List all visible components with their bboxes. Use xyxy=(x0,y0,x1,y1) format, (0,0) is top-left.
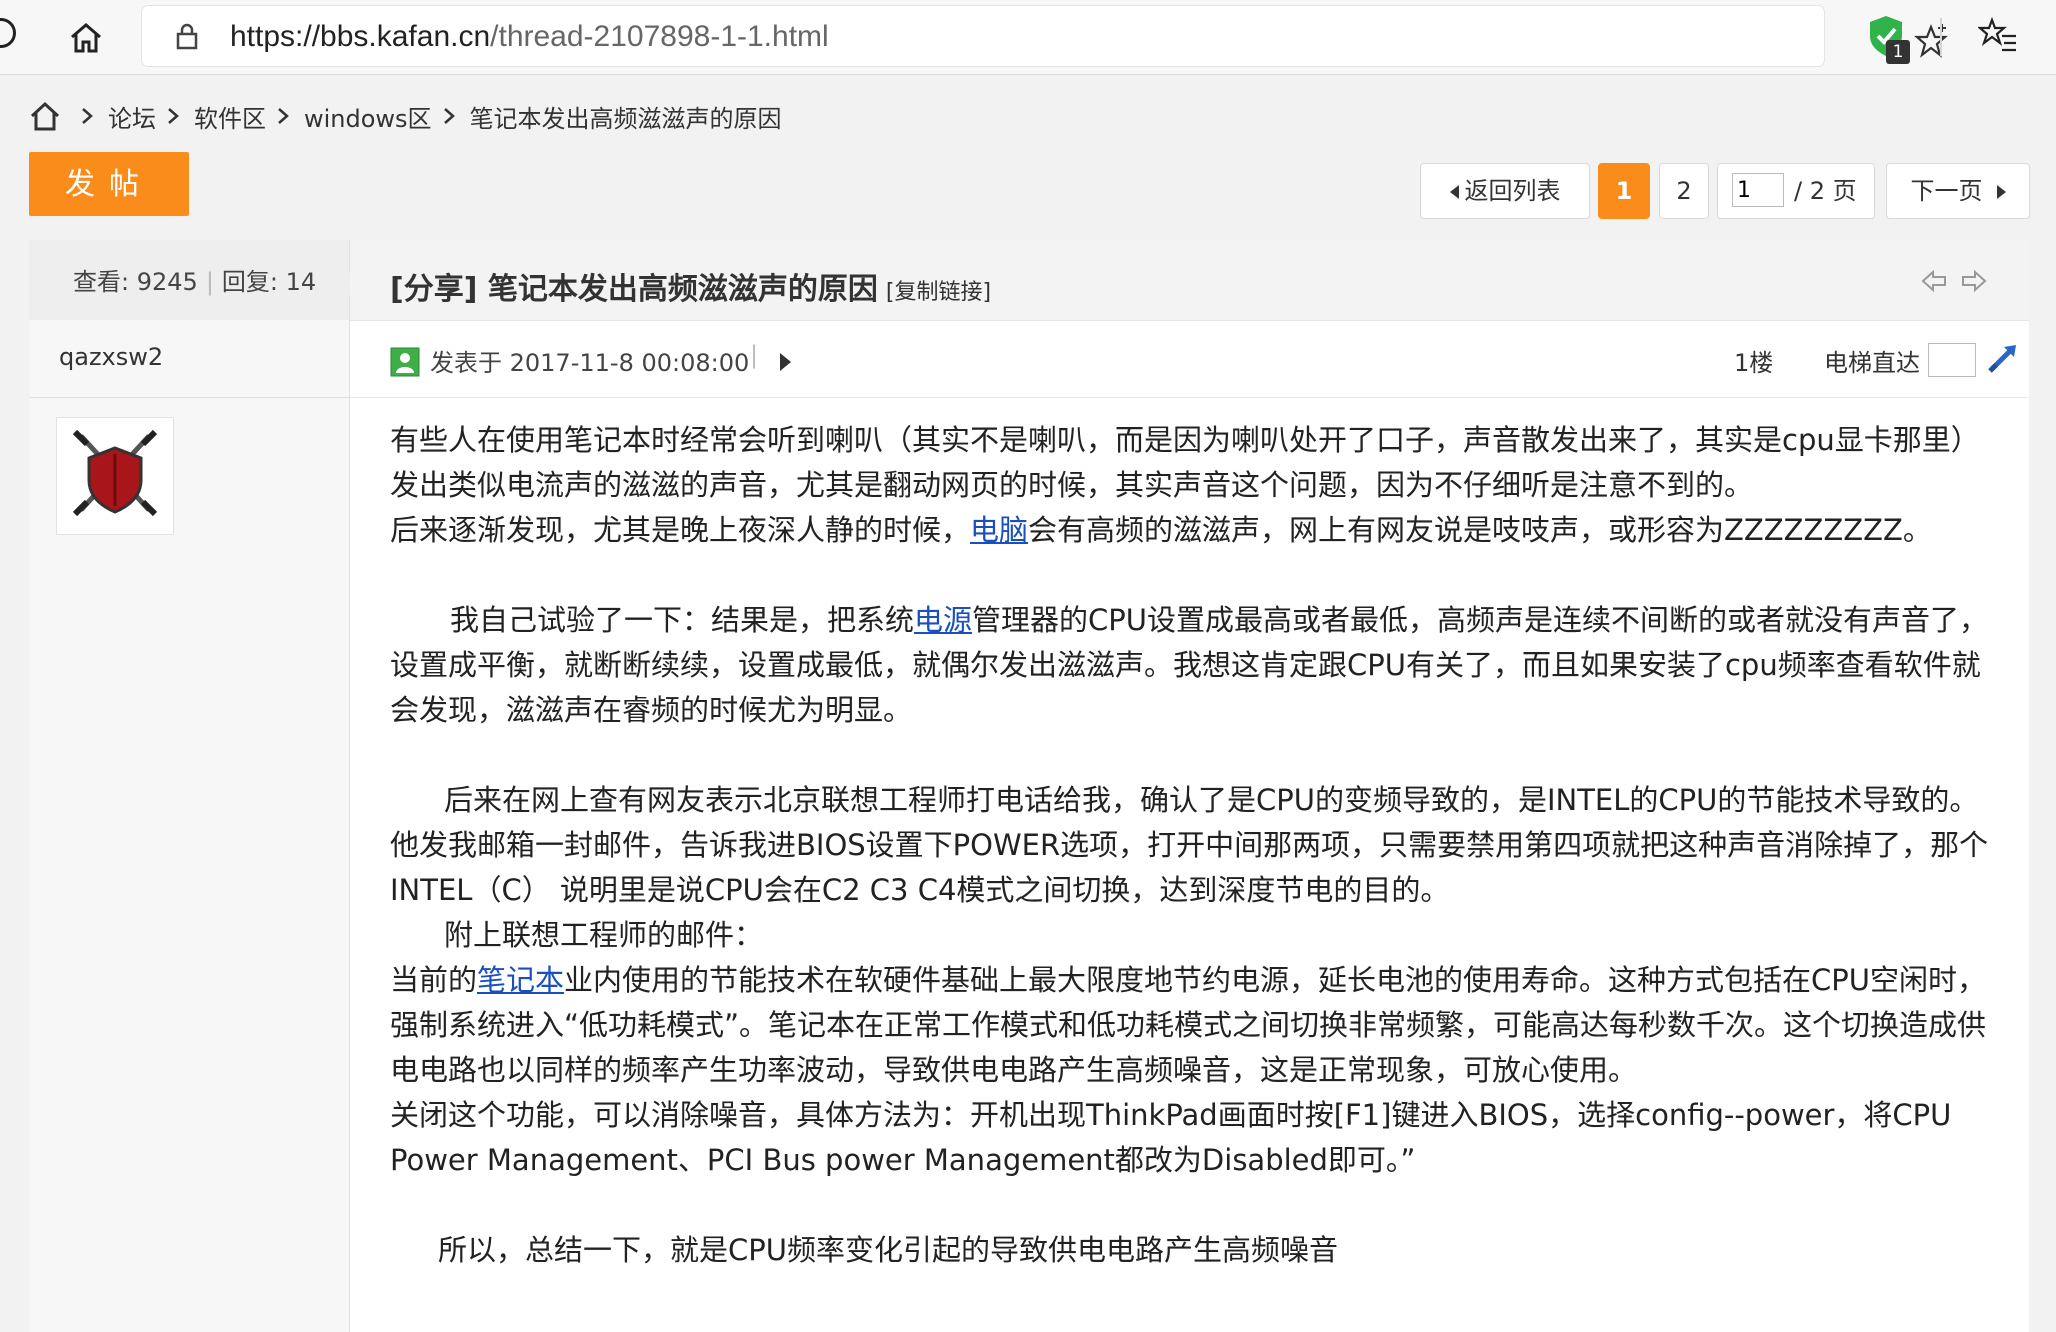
link-computer[interactable]: 电脑 xyxy=(970,513,1028,547)
toolbar-divider xyxy=(1940,18,1942,56)
new-post-button[interactable]: 发帖 xyxy=(29,152,189,216)
post-content: 有些人在使用笔记本时经常会听到喇叭（其实不是喇叭，而是因为喇叭处开了口子，声音散… xyxy=(390,418,2000,1273)
elevator-label: 电梯直达 xyxy=(1824,349,1920,377)
views-count: 9245 xyxy=(136,268,198,296)
breadcrumb: 论坛 软件区 windows区 笔记本发出高频滋滋声的原因 xyxy=(28,96,782,136)
replies-count: 14 xyxy=(285,268,317,296)
thread-title-text: [分享] 笔记本发出高频滋滋声的原因 xyxy=(390,272,878,307)
copy-link[interactable]: [复制链接] xyxy=(886,280,991,305)
content-paragraph: 后来逐渐发现，尤其是晚上夜深人静的时候，电脑会有高频的滋滋声，网上有网友说是吱吱… xyxy=(390,508,2000,553)
content-text: 会有高频的滋滋声，网上有网友说是吱吱声，或形容为ZZZZZZZZZ。 xyxy=(1028,513,1932,547)
views-label: 查看: xyxy=(73,268,130,296)
content-text: 我自己试验了一下：结果是，把系统 xyxy=(450,603,915,637)
next-page-label: 下一页 xyxy=(1910,177,1983,205)
star-icon[interactable] xyxy=(1914,24,1948,58)
breadcrumb-forum[interactable]: 论坛 xyxy=(108,99,156,134)
page-1-button[interactable]: 1 xyxy=(1598,163,1650,219)
home-icon[interactable] xyxy=(66,18,106,58)
shield-extension-button[interactable]: 1 xyxy=(1866,14,1914,66)
shield-badge: 1 xyxy=(1886,40,1910,64)
shield-swords-avatar-icon xyxy=(72,429,158,517)
jump-icon[interactable] xyxy=(1986,341,2020,375)
url-path: /thread-2107898-1-1.html xyxy=(490,20,829,53)
address-bar[interactable]: https://bbs.kafan.cn/thread-2107898-1-1.… xyxy=(142,6,1948,66)
stats-divider: | xyxy=(205,268,214,296)
breadcrumb-software[interactable]: 软件区 xyxy=(194,99,266,134)
lock-icon xyxy=(176,23,198,50)
page-jump: / 2 页 xyxy=(1717,163,1875,219)
thread-title-row: [分享] 笔记本发出高频滋滋声的原因 [复制链接] xyxy=(350,240,2029,321)
chevron-right-icon xyxy=(168,108,179,124)
thread-stats: 查看: 9245 | 回复: 14 xyxy=(29,240,361,320)
elevator-input[interactable] xyxy=(1928,343,1976,377)
next-page-button[interactable]: 下一页 xyxy=(1886,163,2030,219)
meta-divider: | xyxy=(750,341,759,369)
back-to-list-button[interactable]: 返回列表 xyxy=(1420,163,1590,219)
floor-number: 1楼 xyxy=(1734,349,1774,377)
thread-title: [分享] 笔记本发出高频滋滋声的原因 [复制链接] xyxy=(390,264,991,308)
chevron-right-icon xyxy=(278,108,289,124)
triangle-right-icon xyxy=(1996,185,2006,199)
page-total: / 2 页 xyxy=(1794,177,1857,205)
link-power[interactable]: 电源 xyxy=(914,603,972,637)
chevron-right-icon xyxy=(82,108,93,124)
breadcrumb-windows[interactable]: windows区 xyxy=(304,99,432,134)
content-paragraph: 附上联想工程师的邮件： xyxy=(444,918,764,952)
content-paragraph: 有些人在使用笔记本时经常会听到喇叭（其实不是喇叭，而是因为喇叭处开了口子，声音散… xyxy=(390,423,1980,502)
page-2-button[interactable]: 2 xyxy=(1659,163,1709,219)
breadcrumb-thread[interactable]: 笔记本发出高频滋滋声的原因 xyxy=(470,99,782,134)
content-paragraph: 关闭这个功能，可以消除噪音，具体方法为：开机出现ThinkPad画面时按[F1]… xyxy=(390,1098,1952,1177)
replies-label: 回复: xyxy=(221,268,278,296)
content-paragraph: 当前的笔记本业内使用的节能技术在软硬件基础上最大限度地节约电源，延长电池的使用寿… xyxy=(390,958,2000,1093)
avatar[interactable] xyxy=(57,418,173,534)
content-text: 当前的 xyxy=(390,963,478,997)
play-icon[interactable] xyxy=(780,353,791,371)
content-paragraph: 我自己试验了一下：结果是，把系统电源管理器的CPU设置成最高或者最低，高频声是连… xyxy=(390,598,2000,733)
url-text[interactable]: https://bbs.kafan.cn/thread-2107898-1-1.… xyxy=(230,20,829,54)
triangle-left-icon xyxy=(1449,185,1459,199)
home-icon[interactable] xyxy=(28,99,62,133)
back-to-list-label: 返回列表 xyxy=(1464,177,1561,205)
browser-toolbar: https://bbs.kafan.cn/thread-2107898-1-1.… xyxy=(0,0,2056,75)
page-number-input[interactable] xyxy=(1732,173,1784,207)
chevron-right-icon xyxy=(443,108,455,124)
posted-time: 发表于 2017-11-8 00:08:00 xyxy=(430,349,750,377)
user-online-icon xyxy=(390,347,420,377)
prev-next-thread-icons[interactable] xyxy=(1919,266,1989,296)
content-paragraph: 所以，总结一下，就是CPU频率变化引起的导致供电电路产生高频噪音 xyxy=(438,1233,1338,1267)
content-text: 业内使用的节能技术在软硬件基础上最大限度地节约电源，延长电池的使用寿命。这种方式… xyxy=(390,963,1987,1087)
url-host: https://bbs.kafan.cn xyxy=(230,20,491,53)
favorites-icon[interactable] xyxy=(1978,16,2018,56)
post-meta-row: 发表于 2017-11-8 00:08:00 | 1楼 电梯直达 xyxy=(350,321,2029,398)
link-notebook[interactable]: 笔记本 xyxy=(477,963,564,997)
author-row: qazxsw2 xyxy=(29,321,349,398)
author-sidebar xyxy=(29,240,350,1332)
thread-panel: 查看: 9245 | 回复: 14 [分享] 笔记本发出高频滋滋声的原因 [复制链接]… xyxy=(29,240,2029,1332)
author-name[interactable]: qazxsw2 xyxy=(59,343,163,371)
back-icon[interactable] xyxy=(0,18,16,48)
content-text: 后来逐渐发现，尤其是晚上夜深人静的时候， xyxy=(390,513,971,547)
content-paragraph: 后来在网上查有网友表示北京联想工程师打电话给我，确认了是CPU的变频导致的，是I… xyxy=(390,783,1989,907)
